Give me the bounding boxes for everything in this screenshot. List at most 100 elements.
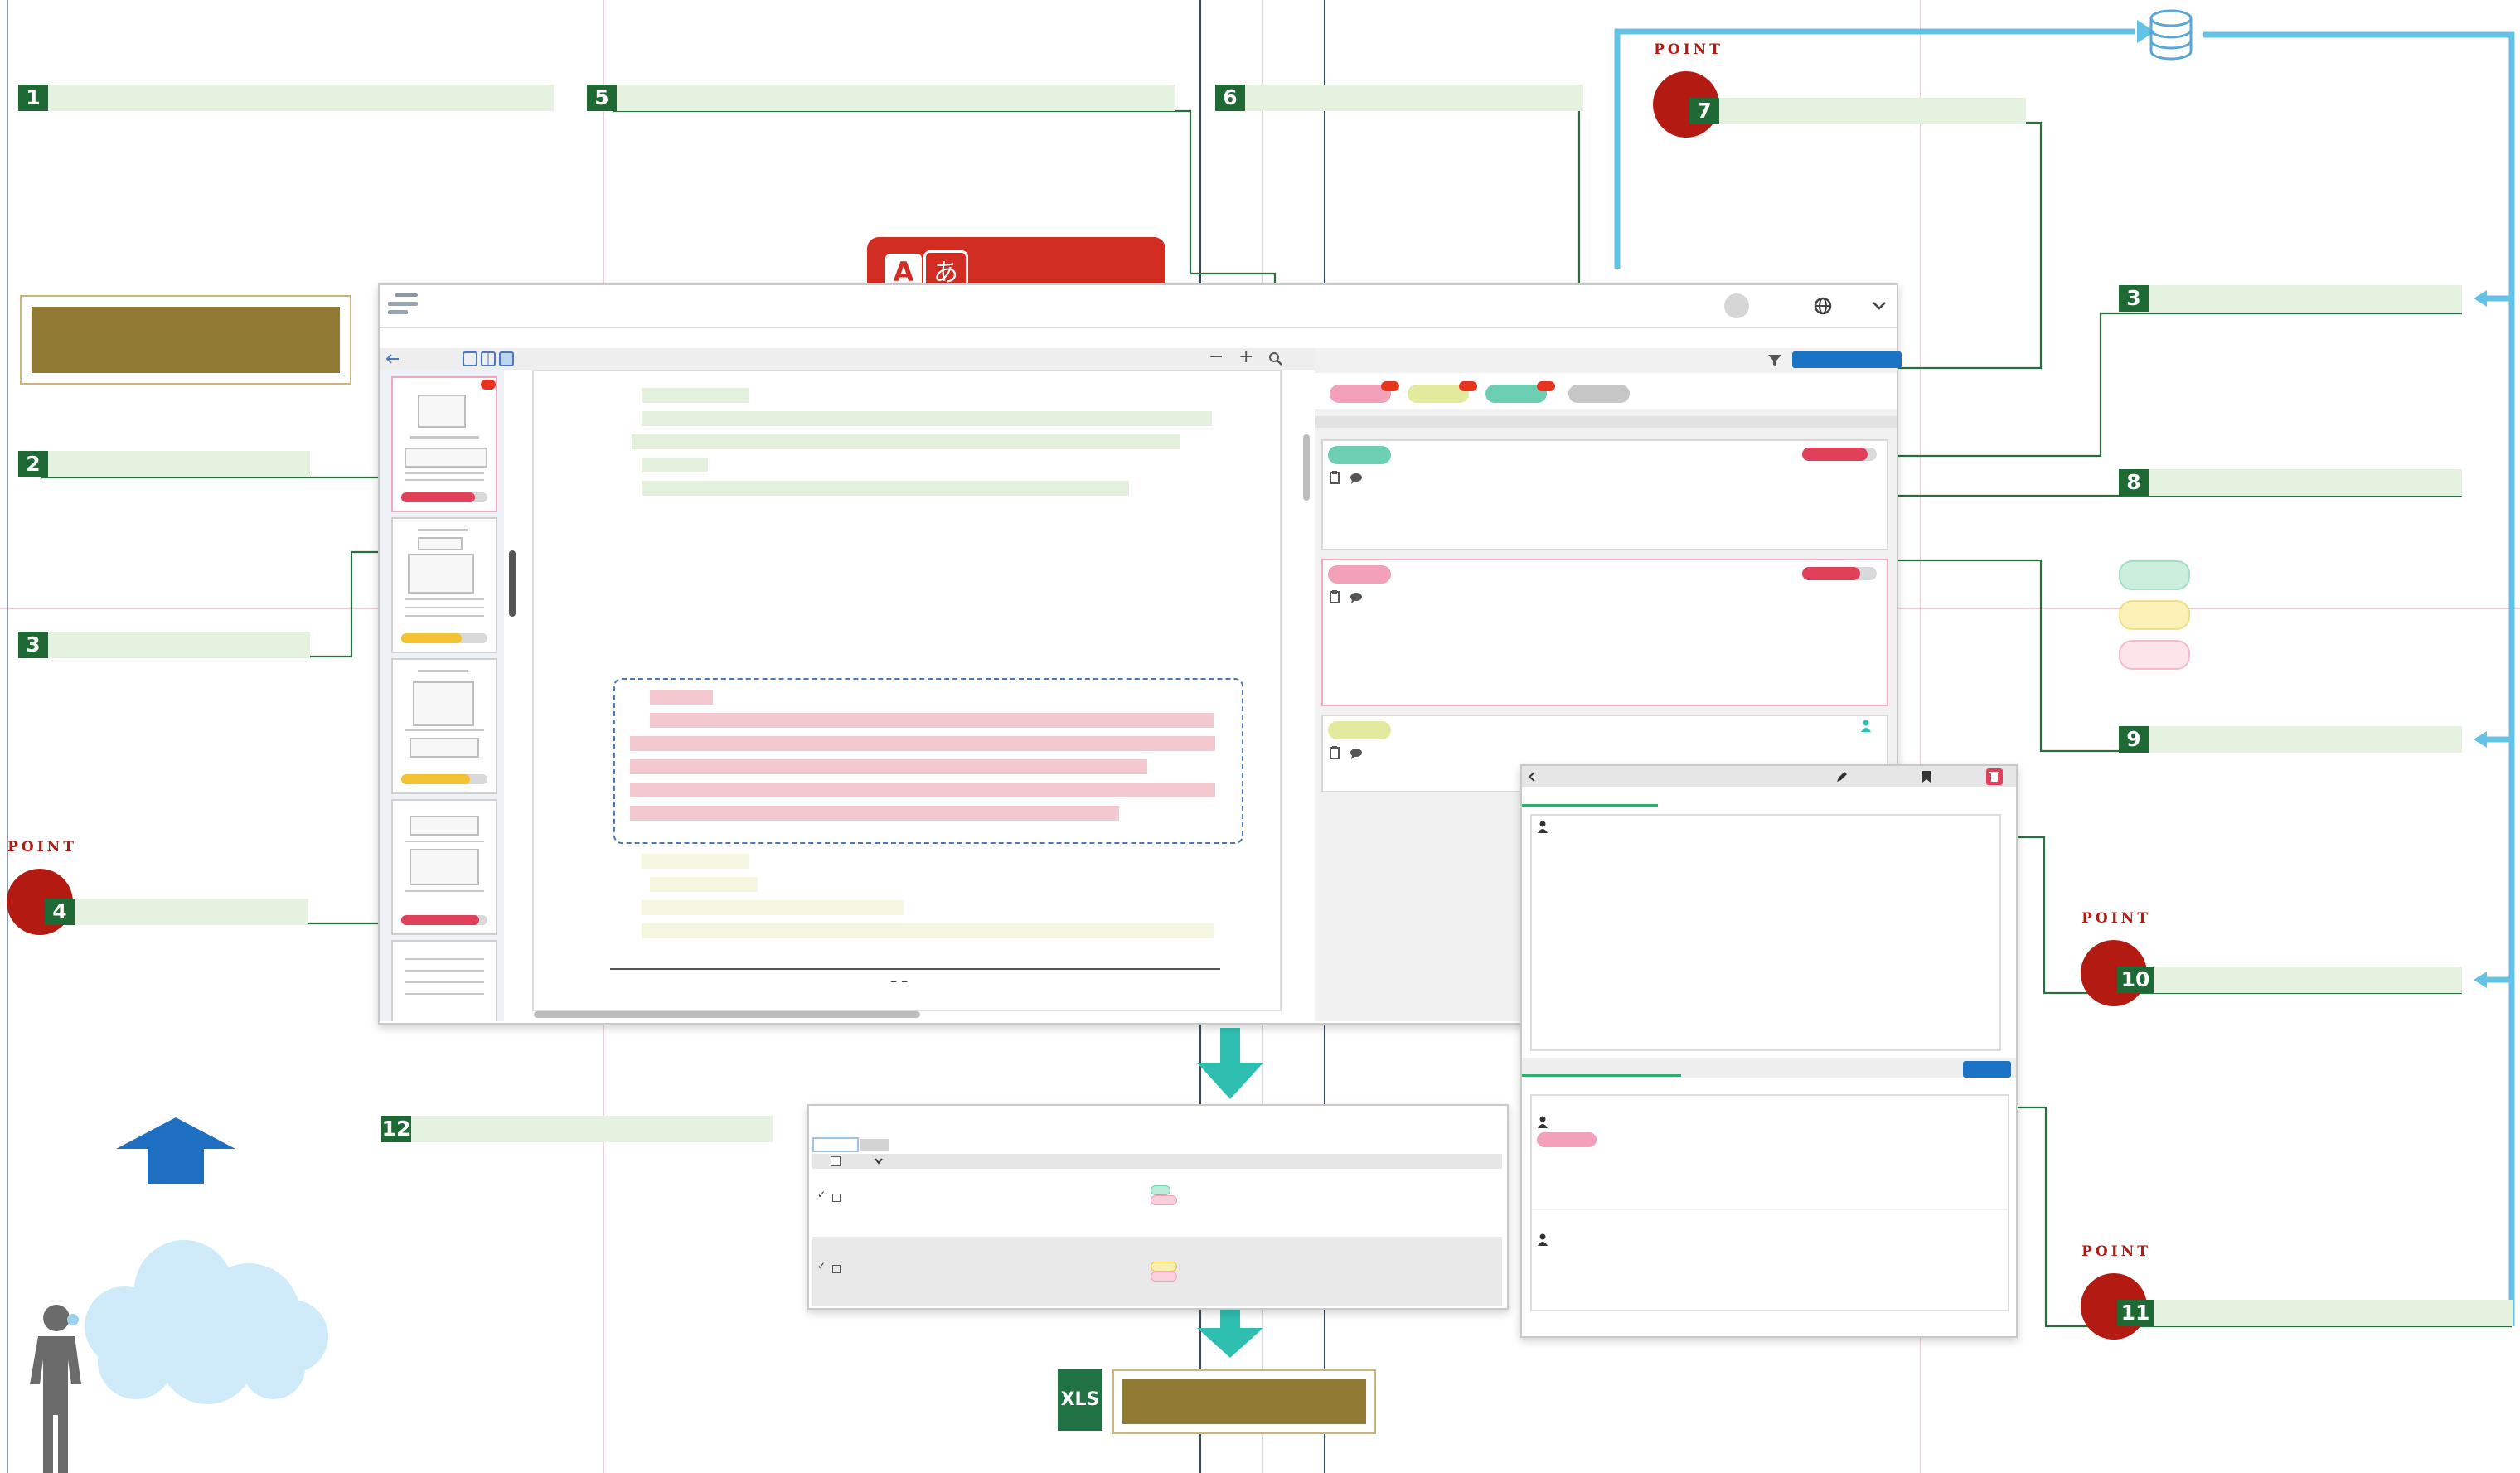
reply-button[interactable] [1963,1061,2011,1078]
tag-count-badge [1381,381,1399,391]
panel-separator [1315,416,1897,428]
left-scrollbar-thumb[interactable] [509,550,516,617]
chevron-down-icon[interactable] [1872,300,1887,312]
page-scrollbar-thumb[interactable] [1303,434,1310,501]
callout-bar [617,85,1175,111]
bookmark-icon[interactable] [1922,770,1931,783]
comment-icon[interactable] [1350,472,1363,484]
callout-bar [48,85,554,111]
callout-bar [2154,1300,2513,1326]
zoom-in-button[interactable]: + [1238,346,1253,367]
text-line-pink [650,690,713,705]
app-logo [388,292,421,318]
point-label: POINT [7,839,77,855]
callout-bar [2149,285,2462,312]
progress-bar [401,915,487,925]
text-line-green [642,388,749,403]
page-thumbnail-2[interactable] [391,517,497,653]
page-thumbnail-1[interactable] [391,376,497,512]
progress-fill [401,633,462,643]
tag-gray[interactable] [1568,385,1630,403]
horizontal-scrollbar-thumb[interactable] [534,1011,920,1018]
clipboard-icon[interactable] [1330,746,1340,759]
page-thumbnail-3[interactable] [391,658,497,794]
trash-icon[interactable] [1986,768,2003,785]
comment-icon[interactable] [1350,748,1363,759]
pencil-icon[interactable] [1835,770,1849,783]
detail-comment-box [1530,814,2001,1051]
chevron-left-icon[interactable] [1527,771,1537,783]
export-filter-chip[interactable] [860,1139,889,1151]
annotation-card-1[interactable] [1321,439,1888,550]
text-line-yellow [650,877,758,892]
callout-number: 9 [2119,726,2149,753]
annotation-card-2[interactable] [1321,559,1888,706]
row-tag-yellow [1151,1262,1177,1272]
unread-badge [481,380,496,390]
primary-action-button[interactable] [1792,351,1902,368]
page-thumbnail-5[interactable] [391,940,497,1021]
text-line-green [642,481,1129,496]
row-tag-pink [1151,1272,1177,1282]
comment-icon[interactable] [1350,592,1363,603]
callout-number: 6 [1215,85,1245,111]
callout-9: 9 [2119,726,2462,753]
viewer-toolbar: − + [380,346,1315,370]
text-line-yellow [642,923,1214,938]
page-thumbnail-4[interactable] [391,799,497,935]
document-page: – – [532,370,1282,1011]
clipboard-icon[interactable] [1330,590,1340,603]
callout-10: 10 [2117,967,2462,993]
text-line-pink [630,759,1147,774]
filter-tags-row [1315,373,1897,409]
status-progress-fill [1802,567,1861,580]
callout-number: 3 [18,632,48,658]
status-progress [1802,448,1877,461]
cyan-arrowhead-3 [2474,290,2487,307]
callout-7: 7 [1689,98,2026,124]
clipboard-icon[interactable] [1330,471,1340,484]
view-single-icon[interactable] [463,351,477,366]
detail-tab-underline [1522,804,1658,807]
xls-icon: XLS [1058,1369,1102,1431]
text-line-yellow [642,900,904,915]
select-all-checkbox[interactable] [831,1156,841,1166]
view-list-icon[interactable] [499,351,514,366]
card-tag-green [1328,446,1391,464]
callout-bar [1719,98,2026,124]
zoom-out-button[interactable]: − [1209,346,1224,367]
export-table-header [812,1154,1502,1169]
callout-6: 6 [1215,85,1583,111]
row-tag-pink [1151,1195,1177,1205]
callout-bar [2149,726,2462,753]
callout-number: 1 [18,85,48,111]
gold-label-frame-top [20,295,351,385]
export-row-1[interactable]: ✓ [812,1170,1502,1237]
export-search-input[interactable] [812,1137,859,1152]
callout-bar [2149,469,2462,496]
back-arrow-icon[interactable] [385,353,400,365]
callout-number: 3 [2119,285,2149,312]
text-line-green [642,411,1212,426]
chevron-down-icon[interactable] [874,1157,884,1165]
gold-label-frame-bottom [1112,1369,1376,1434]
user-avatar-icon[interactable] [1724,293,1749,318]
row-checkbox[interactable] [832,1194,841,1202]
callout-number: 7 [1689,98,1719,124]
page-number: – – [890,973,909,989]
row-checkbox[interactable] [832,1265,841,1273]
text-line-pink [650,713,1214,728]
view-grid-icon[interactable] [481,351,496,366]
globe-icon[interactable] [1814,297,1832,315]
callout-number: 10 [2117,967,2154,993]
detail-toolbar [1522,766,2016,787]
point-label: POINT [1654,41,1723,58]
progress-bar [401,633,487,643]
status-progress-fill [1802,448,1868,461]
thumbnail-panel [380,370,504,1021]
progress-fill [401,774,471,784]
zoom-icon[interactable] [1268,351,1283,366]
filter-icon[interactable] [1767,353,1782,368]
export-row-2[interactable]: ✓ [812,1237,1502,1306]
text-line-green [632,434,1180,449]
